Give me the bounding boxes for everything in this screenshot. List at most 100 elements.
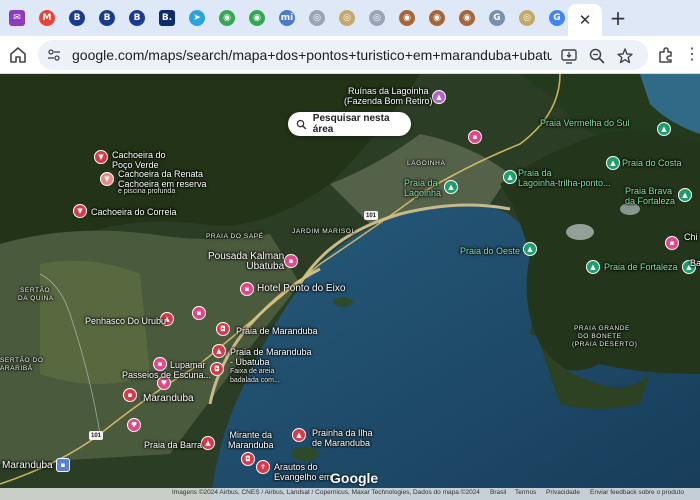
extensions-icon[interactable]	[656, 45, 676, 65]
place-pin-pousada-kalman[interactable]: ▪	[284, 254, 298, 268]
place-label[interactable]: Maranduba	[143, 394, 194, 404]
place-pin-maranduba-bus[interactable]: ▪	[56, 458, 70, 472]
place-pin-passeios[interactable]: ◘	[210, 362, 224, 376]
browser-tab[interactable]: ✉	[2, 3, 32, 33]
waterfall-icon: ▼	[104, 175, 110, 183]
browser-tab[interactable]: ◎	[362, 3, 392, 33]
browser-tab[interactable]: ◉	[242, 3, 272, 33]
place-pin-praia-maranduba[interactable]: ◘	[216, 322, 230, 336]
place-pin-hotel-3[interactable]: ▪	[123, 388, 137, 402]
mi-icon: mi	[279, 10, 295, 26]
new-tab-button[interactable]: +	[606, 6, 630, 30]
area-label: (PRAIA DESERTO)	[572, 341, 638, 348]
place-label[interactable]: Lupamar	[170, 360, 206, 370]
browser-tab[interactable]: ◎	[302, 3, 332, 33]
beach-icon: ▲	[205, 439, 211, 447]
place-pin-praia-fortaleza[interactable]: ▲	[586, 260, 600, 274]
place-label[interactable]: Maranduba	[2, 461, 53, 471]
place-label[interactable]: Chi	[684, 232, 698, 242]
seal-icon: ◉	[459, 10, 475, 26]
zoom-icon[interactable]	[588, 47, 606, 65]
place-pin-hotel-ponto-eixo[interactable]: ▪	[240, 282, 254, 296]
place-label[interactable]: Praia da Lagoinha-trilha-ponto...	[518, 168, 611, 188]
place-label[interactable]: Pousada Kalman Ubatuba	[208, 252, 284, 272]
place-label[interactable]: Praia Vermelha do Sul	[540, 118, 630, 128]
footer-link-privacidade[interactable]: Privacidade	[546, 489, 580, 496]
place-label[interactable]: Praia do Oeste	[460, 246, 520, 256]
place-pin-cachoeira-correia[interactable]: ▼	[73, 204, 87, 218]
hotel-icon: ▪	[669, 239, 675, 247]
browser-tab[interactable]: G	[482, 3, 512, 33]
place-pin-praia-lagoinha[interactable]: ▲	[444, 180, 458, 194]
place-pin-hotel[interactable]: ▪	[468, 130, 482, 144]
browser-tab[interactable]: B	[92, 3, 122, 33]
attribution-text: Imagens ©2024 Airbus, CNES / Airbus, Lan…	[172, 489, 480, 496]
place-label[interactable]: Prainha da Ilha de Maranduba	[312, 428, 373, 448]
tab-active[interactable]: ✕	[568, 4, 602, 36]
bookmark-star-icon[interactable]	[616, 47, 634, 65]
browser-tab[interactable]: ◉	[452, 3, 482, 33]
footer-link-termos[interactable]: Termos	[515, 489, 536, 496]
install-app-icon[interactable]	[560, 47, 578, 65]
chrome-icon: ◉	[219, 10, 235, 26]
place-label[interactable]: Ba	[690, 258, 700, 268]
place-pin-cachoeira-poco-verde[interactable]: ▼	[94, 150, 108, 164]
place-pin-praia-maranduba-ubatuba[interactable]: ▲	[212, 344, 226, 358]
place-label[interactable]: Cachoeira da Renata Cachoeira em reserva	[118, 169, 207, 189]
place-label[interactable]: Penhasco Do Urubu	[85, 316, 166, 326]
browser-tab[interactable]: B	[122, 3, 152, 33]
place-pin-mirante[interactable]: ◘	[241, 452, 255, 466]
place-pin-prainha[interactable]: ▲	[292, 428, 306, 442]
place-pin-hotel-4[interactable]: ♥	[127, 418, 141, 432]
browser-tab[interactable]: ◉	[212, 3, 242, 33]
place-pin-praia-barra[interactable]: ▲	[201, 436, 215, 450]
place-label[interactable]: Praia de Maranduba	[236, 326, 318, 336]
road-shield-101: 101	[89, 431, 103, 440]
place-pin-praia-vermelha[interactable]: ▲	[657, 122, 671, 136]
place-pin-arautos[interactable]: ✝	[256, 460, 270, 474]
place-label[interactable]: Praia da Barra	[144, 440, 202, 450]
site-info-icon[interactable]	[46, 47, 62, 63]
map-canvas[interactable]: Pesquisar nesta área ▲ ▪ ▲ ▲ ▲ ▪ ▲ ▲ ▲ ▲…	[0, 74, 700, 500]
place-label[interactable]: Praia Brava da Fortaleza	[625, 186, 675, 206]
browser-tab[interactable]: B	[62, 3, 92, 33]
area-label: JARDIM MARISOL	[292, 228, 356, 235]
search-this-area-button[interactable]: Pesquisar nesta área	[288, 112, 411, 136]
place-pin-cachoeira-renata[interactable]: ▼	[100, 172, 114, 186]
place-label[interactable]: Passeios de Escuna...	[122, 370, 211, 380]
place-label[interactable]: Ruínas da Lagoinha (Fazenda Bom Retiro)	[344, 86, 433, 106]
home-icon[interactable]	[8, 45, 28, 65]
place-label[interactable]: Cachoeira do Correia	[91, 207, 177, 217]
footer-link-brasil[interactable]: Brasil	[490, 489, 506, 496]
chrome-icon: ◉	[249, 10, 265, 26]
close-tab-icon[interactable]: ✕	[579, 11, 592, 29]
browser-tab[interactable]: ➤	[182, 3, 212, 33]
place-pin-lupamar[interactable]: ▪	[153, 357, 167, 371]
boat-icon: ◘	[214, 365, 220, 373]
beach-icon: ▲	[527, 245, 533, 253]
place-pin-praia-brava[interactable]: ▲	[678, 188, 692, 202]
place-pin-hotel-2[interactable]: ▪	[192, 306, 206, 320]
browser-tab[interactable]: ◉	[392, 3, 422, 33]
place-label[interactable]: Praia do Costa	[622, 158, 682, 168]
browser-tab[interactable]: ◎	[512, 3, 542, 33]
footer-link-feedback[interactable]: Enviar feedback sobre o produto	[590, 489, 684, 496]
place-pin-chi[interactable]: ▪	[665, 236, 679, 250]
menu-icon[interactable]: ⋮	[684, 46, 700, 64]
browser-tab[interactable]: ◉	[422, 3, 452, 33]
browser-tab[interactable]: mi	[272, 3, 302, 33]
place-label[interactable]: Cachoeira do Poço Verde	[112, 150, 166, 170]
address-bar[interactable]: google.com/maps/search/mapa+dos+pontos+t…	[38, 40, 648, 70]
place-label[interactable]: Praia da Lagoinha	[404, 178, 441, 198]
place-pin-ruinas[interactable]: ▲	[432, 90, 446, 104]
place-pin-lagoinha-trilha[interactable]: ▲	[503, 170, 517, 184]
place-label[interactable]: Praia de Maranduba - Ubatuba	[230, 347, 312, 367]
browser-tab[interactable]: ◎	[332, 3, 362, 33]
beach-icon: ▲	[590, 263, 596, 271]
place-pin-praia-oeste[interactable]: ▲	[523, 242, 537, 256]
browser-tab[interactable]: B.	[152, 3, 182, 33]
place-label[interactable]: Hotel Ponto do Eixo	[257, 284, 345, 294]
place-label[interactable]: Mirante da Maranduba	[228, 430, 274, 450]
browser-tab[interactable]: M	[32, 3, 62, 33]
place-label[interactable]: Praia de Fortaleza	[604, 262, 678, 272]
